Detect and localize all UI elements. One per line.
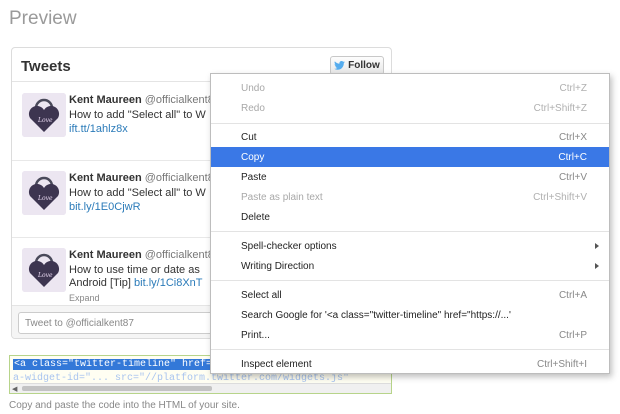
menu-item-shortcut: Ctrl+X — [558, 131, 587, 143]
tweet-author[interactable]: Kent Maureen @officialkent8 — [69, 249, 214, 261]
menu-item-select-all[interactable]: Select all Ctrl+A — [211, 285, 609, 305]
heart-lock-icon: Love — [22, 248, 66, 292]
avatar[interactable]: Love — [22, 248, 66, 292]
svg-text:Love: Love — [37, 272, 53, 279]
menu-item-inspect[interactable]: Inspect element Ctrl+Shift+I — [211, 354, 609, 374]
tweet-author[interactable]: Kent Maureen @officialkent8 — [69, 172, 214, 184]
menu-separator — [211, 123, 609, 124]
menu-item-cut[interactable]: Cut Ctrl+X — [211, 127, 609, 147]
menu-item-label: Print... — [241, 329, 270, 341]
widget-title: Tweets — [21, 58, 71, 75]
menu-item-shortcut: Ctrl+C — [558, 151, 587, 163]
menu-item-writing-direction[interactable]: Writing Direction — [211, 256, 609, 276]
menu-separator — [211, 349, 609, 350]
tweet-text: How to use time or date as — [69, 264, 200, 276]
heart-lock-icon: Love — [22, 171, 66, 215]
avatar[interactable]: Love — [22, 93, 66, 137]
menu-item-undo[interactable]: Undo Ctrl+Z — [211, 78, 609, 98]
menu-item-label: Cut — [241, 131, 257, 143]
author-name[interactable]: Kent Maureen — [69, 94, 142, 106]
horizontal-scrollbar[interactable]: ◀ — [10, 383, 391, 393]
author-handle[interactable]: @officialkent8 — [145, 172, 214, 184]
tweet-link[interactable]: bit.ly/1E0CjwR — [69, 201, 141, 213]
expand-link[interactable]: Expand — [69, 293, 100, 303]
tweet-link[interactable]: bit.ly/1Ci8XnT — [134, 277, 202, 289]
menu-item-delete[interactable]: Delete — [211, 207, 609, 227]
menu-item-shortcut: Ctrl+P — [558, 329, 587, 341]
menu-item-label: Paste as plain text — [241, 191, 323, 203]
author-name[interactable]: Kent Maureen — [69, 249, 142, 261]
menu-item-label: Select all — [241, 289, 282, 301]
menu-item-label: Delete — [241, 211, 270, 223]
author-name[interactable]: Kent Maureen — [69, 172, 142, 184]
heart-lock-icon: Love — [22, 93, 66, 137]
svg-text:Love: Love — [37, 117, 53, 124]
menu-item-label: Spell-checker options — [241, 240, 337, 252]
menu-item-shortcut: Ctrl+Shift+I — [536, 358, 587, 370]
menu-item-redo[interactable]: Redo Ctrl+Shift+Z — [211, 98, 609, 118]
author-handle[interactable]: @officialkent8 — [145, 249, 214, 261]
scroll-left-icon[interactable]: ◀ — [12, 385, 17, 393]
menu-item-copy[interactable]: Copy Ctrl+C — [211, 147, 609, 167]
tweet-link[interactable]: ift.tt/1ahlz8x — [69, 123, 128, 135]
context-menu: Undo Ctrl+Z Redo Ctrl+Shift+Z Cut Ctrl+X Co… — [210, 73, 610, 374]
tweet-author[interactable]: Kent Maureen @officialkent8 — [69, 94, 214, 106]
menu-item-label: Writing Direction — [241, 260, 315, 272]
tweet-to-input[interactable]: Tweet to @officialkent87 — [18, 312, 218, 334]
menu-item-print[interactable]: Print... Ctrl+P — [211, 325, 609, 345]
menu-item-label: Copy — [241, 151, 265, 163]
menu-item-label: Inspect element — [241, 358, 312, 370]
avatar[interactable]: Love — [22, 171, 66, 215]
tweet-text: How to add "Select all" to W — [69, 109, 206, 121]
menu-item-label: Search Google for '<a class="twitter-tim… — [241, 309, 511, 321]
submenu-arrow-icon — [595, 263, 599, 269]
menu-item-shortcut: Ctrl+Shift+Z — [533, 102, 587, 114]
submenu-arrow-icon — [595, 243, 599, 249]
menu-item-label: Paste — [241, 171, 267, 183]
menu-item-search-google[interactable]: Search Google for '<a class="twitter-tim… — [211, 305, 609, 325]
instruction-text: Copy and paste the code into the HTML of… — [9, 400, 240, 411]
menu-item-paste-plain[interactable]: Paste as plain text Ctrl+Shift+V — [211, 187, 609, 207]
author-handle[interactable]: @officialkent8 — [145, 94, 214, 106]
page-title: Preview — [9, 8, 77, 29]
svg-text:Love: Love — [37, 195, 53, 202]
menu-item-shortcut: Ctrl+Z — [559, 82, 588, 94]
menu-separator — [211, 280, 609, 281]
tweet-text-line2: Android [Tip] bit.ly/1Ci8XnT — [69, 277, 203, 289]
menu-item-label: Undo — [241, 82, 265, 94]
menu-item-shortcut: Ctrl+Shift+V — [533, 191, 587, 203]
menu-item-paste[interactable]: Paste Ctrl+V — [211, 167, 609, 187]
tweet-text: How to add "Select all" to W — [69, 187, 206, 199]
twitter-bird-icon — [334, 61, 346, 70]
follow-label: Follow — [348, 60, 380, 71]
menu-item-shortcut: Ctrl+V — [558, 171, 587, 183]
menu-item-spellcheck[interactable]: Spell-checker options — [211, 236, 609, 256]
menu-separator — [211, 231, 609, 232]
menu-item-shortcut: Ctrl+A — [558, 289, 587, 301]
tweet-text-prefix: Android [Tip] — [69, 277, 131, 289]
scrollbar-thumb[interactable] — [22, 386, 212, 391]
menu-item-label: Redo — [241, 102, 265, 114]
